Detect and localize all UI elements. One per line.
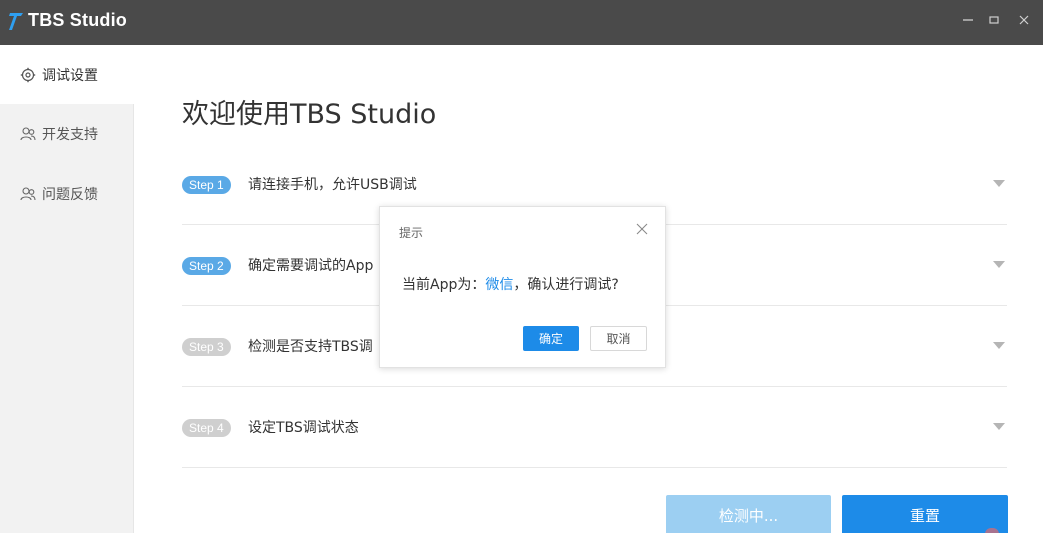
dialog-message: 当前App为：微信，确认进行调试?: [402, 274, 619, 294]
app-title: TBS Studio: [28, 10, 127, 30]
caret-down-icon[interactable]: [993, 261, 1005, 269]
title-bar: TBS Studio: [0, 0, 1043, 45]
sidebar-item-dev-support[interactable]: 开发支持: [0, 104, 134, 163]
dialog-title: 提示: [399, 226, 424, 240]
detect-button[interactable]: 检测中...: [666, 495, 831, 533]
dialog-app-name: 微信: [485, 277, 514, 293]
step-text: 设定TBS调试状态: [248, 420, 359, 436]
dialog-message-suffix: ，确认进行调试?: [513, 277, 619, 293]
close-button[interactable]: [1012, 8, 1036, 32]
minimize-icon: [963, 19, 973, 21]
minimize-button[interactable]: [956, 8, 980, 32]
caret-down-icon[interactable]: [993, 342, 1005, 350]
users-icon: [20, 126, 36, 142]
close-icon: [1019, 15, 1029, 25]
cancel-button[interactable]: 取消: [590, 326, 647, 351]
app-window: TBS Studio 调试设置 开发支持 问题反馈 欢迎使用TBS Studio…: [0, 0, 1043, 533]
sidebar: 调试设置 开发支持 问题反馈: [0, 45, 134, 533]
reset-button[interactable]: 重置: [842, 495, 1008, 533]
sidebar-item-label: 调试设置: [42, 67, 98, 84]
close-icon[interactable]: [636, 223, 648, 235]
step-badge: Step 1: [182, 176, 231, 194]
caret-down-icon[interactable]: [993, 423, 1005, 431]
caret-down-icon[interactable]: [993, 180, 1005, 188]
sidebar-item-debug-settings[interactable]: 调试设置: [0, 45, 134, 104]
corner-indicator: [985, 528, 999, 533]
sidebar-item-feedback[interactable]: 问题反馈: [0, 164, 134, 223]
maximize-icon: [989, 16, 999, 24]
step-badge: Step 3: [182, 338, 231, 356]
sidebar-item-label: 开发支持: [42, 126, 98, 143]
sidebar-item-label: 问题反馈: [42, 186, 98, 203]
step-text: 确定需要调试的App: [248, 258, 374, 274]
dialog-message-prefix: 当前App为：: [402, 277, 486, 293]
step-text: 检测是否支持TBS调: [248, 339, 373, 355]
confirm-dialog: 提示 当前App为：微信，确认进行调试? 确定 取消: [379, 206, 666, 368]
step-badge: Step 2: [182, 257, 231, 275]
tbs-logo-icon: [9, 13, 23, 30]
users-icon: [20, 186, 36, 202]
step-row-4[interactable]: Step 4 设定TBS调试状态: [182, 387, 1007, 468]
gear-icon: [20, 67, 36, 83]
step-text: 请连接手机，允许USB调试: [248, 177, 417, 193]
confirm-button[interactable]: 确定: [523, 326, 579, 351]
step-badge: Step 4: [182, 419, 231, 437]
maximize-button[interactable]: [982, 8, 1006, 32]
page-title: 欢迎使用TBS Studio: [182, 99, 437, 130]
